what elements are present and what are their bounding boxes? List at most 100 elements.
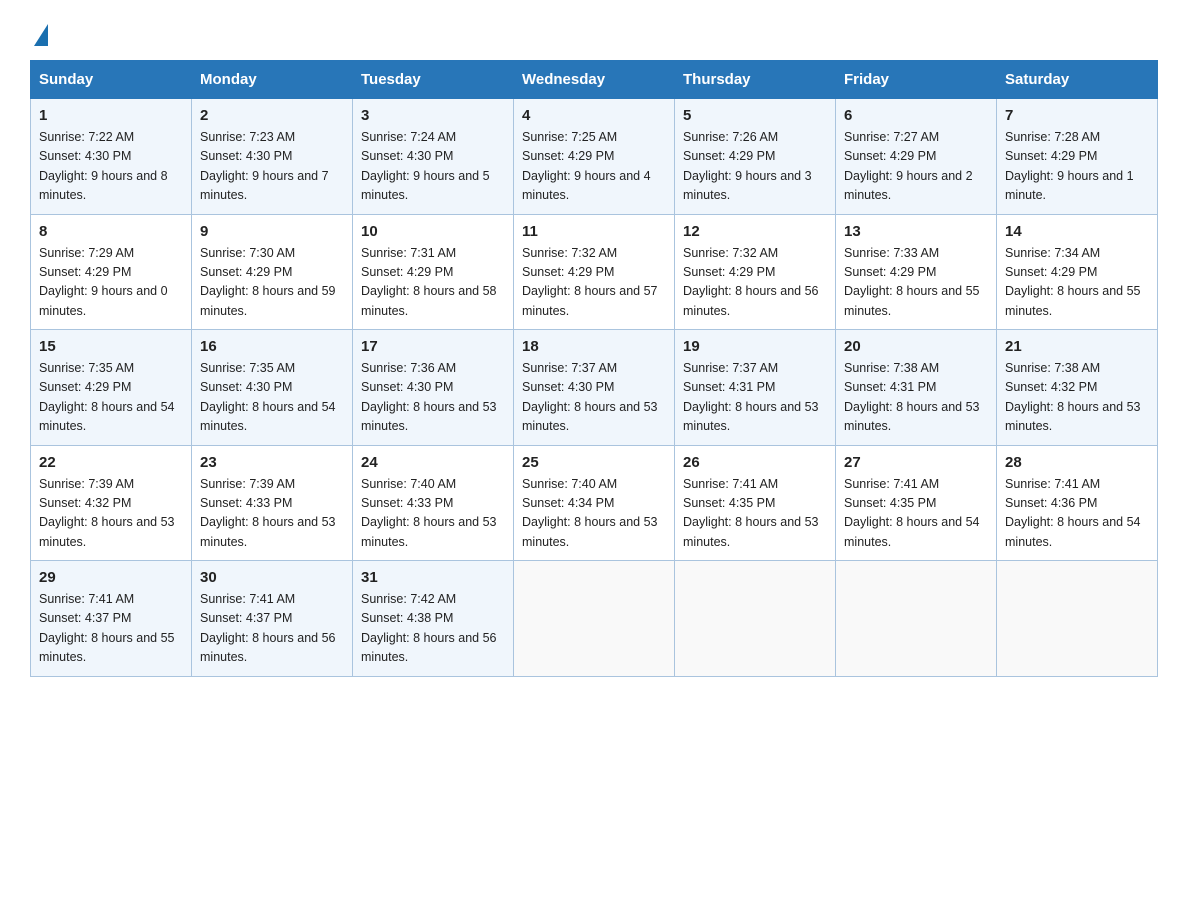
day-number: 21 — [1005, 338, 1149, 355]
calendar-day-cell: 9 Sunrise: 7:30 AMSunset: 4:29 PMDaylight… — [192, 214, 353, 330]
calendar-day-cell: 24Sunrise: 7:40 AMSunset: 4:33 PMDayligh… — [353, 445, 514, 561]
calendar-day-cell: 11 Sunrise: 7:32 AMSunset: 4:29 PMDayligh… — [514, 214, 675, 330]
calendar-day-cell: 29 Sunrise: 7:41 AMSunset: 4:37 PMDayligh… — [31, 561, 192, 677]
day-info: Sunrise: 7:40 AMSunset: 4:34 PMDaylight:… — [522, 475, 666, 553]
calendar-day-cell: 28Sunrise: 7:41 AMSunset: 4:36 PMDayligh… — [997, 445, 1158, 561]
day-info: Sunrise: 7:33 AMSunset: 4:29 PMDaylight:… — [844, 244, 988, 322]
day-info: Sunrise: 7:32 AMSunset: 4:29 PMDaylight:… — [522, 244, 666, 322]
day-number: 30 — [200, 569, 344, 586]
day-info: Sunrise: 7:39 AMSunset: 4:32 PMDaylight:… — [39, 475, 183, 553]
weekday-header-cell: Thursday — [675, 61, 836, 99]
day-info: Sunrise: 7:41 AMSunset: 4:37 PMDaylight:… — [39, 590, 183, 668]
day-number: 8 — [39, 223, 183, 240]
weekday-header-cell: Sunday — [31, 61, 192, 99]
day-info: Sunrise: 7:42 AMSunset: 4:38 PMDaylight:… — [361, 590, 505, 668]
calendar-day-cell: 25 Sunrise: 7:40 AMSunset: 4:34 PMDayligh… — [514, 445, 675, 561]
day-number: 10 — [361, 223, 505, 240]
calendar-day-cell: 3 Sunrise: 7:24 AMSunset: 4:30 PMDaylight… — [353, 99, 514, 215]
day-number: 19 — [683, 338, 827, 355]
calendar-day-cell: 5 Sunrise: 7:26 AMSunset: 4:29 PMDaylight… — [675, 99, 836, 215]
logo-triangle-icon — [34, 24, 48, 46]
day-number: 12 — [683, 223, 827, 240]
day-info: Sunrise: 7:37 AMSunset: 4:30 PMDaylight:… — [522, 359, 666, 437]
day-info: Sunrise: 7:41 AMSunset: 4:36 PMDaylight:… — [1005, 475, 1149, 553]
day-info: Sunrise: 7:31 AMSunset: 4:29 PMDaylight:… — [361, 244, 505, 322]
day-info: Sunrise: 7:41 AMSunset: 4:37 PMDaylight:… — [200, 590, 344, 668]
calendar-week-row: 8 Sunrise: 7:29 AMSunset: 4:29 PMDaylight… — [31, 214, 1158, 330]
calendar-day-cell — [514, 561, 675, 677]
calendar-week-row: 29 Sunrise: 7:41 AMSunset: 4:37 PMDayligh… — [31, 561, 1158, 677]
day-info: Sunrise: 7:38 AMSunset: 4:32 PMDaylight:… — [1005, 359, 1149, 437]
calendar-day-cell: 6 Sunrise: 7:27 AMSunset: 4:29 PMDaylight… — [836, 99, 997, 215]
day-number: 25 — [522, 454, 666, 471]
calendar-body: 1 Sunrise: 7:22 AMSunset: 4:30 PMDaylight… — [31, 99, 1158, 677]
day-info: Sunrise: 7:37 AMSunset: 4:31 PMDaylight:… — [683, 359, 827, 437]
day-number: 27 — [844, 454, 988, 471]
day-number: 20 — [844, 338, 988, 355]
calendar-day-cell: 12 Sunrise: 7:32 AMSunset: 4:29 PMDayligh… — [675, 214, 836, 330]
day-number: 4 — [522, 107, 666, 124]
calendar-day-cell: 16 Sunrise: 7:35 AMSunset: 4:30 PMDayligh… — [192, 330, 353, 446]
calendar-day-cell: 31 Sunrise: 7:42 AMSunset: 4:38 PMDayligh… — [353, 561, 514, 677]
day-info: Sunrise: 7:22 AMSunset: 4:30 PMDaylight:… — [39, 128, 183, 206]
logo — [30, 20, 48, 44]
calendar-day-cell: 10 Sunrise: 7:31 AMSunset: 4:29 PMDayligh… — [353, 214, 514, 330]
day-info: Sunrise: 7:23 AMSunset: 4:30 PMDaylight:… — [200, 128, 344, 206]
day-number: 6 — [844, 107, 988, 124]
day-number: 16 — [200, 338, 344, 355]
day-number: 14 — [1005, 223, 1149, 240]
day-number: 23 — [200, 454, 344, 471]
calendar-day-cell: 2 Sunrise: 7:23 AMSunset: 4:30 PMDaylight… — [192, 99, 353, 215]
calendar-day-cell: 7Sunrise: 7:28 AMSunset: 4:29 PMDaylight… — [997, 99, 1158, 215]
day-info: Sunrise: 7:24 AMSunset: 4:30 PMDaylight:… — [361, 128, 505, 206]
weekday-header-cell: Tuesday — [353, 61, 514, 99]
day-number: 1 — [39, 107, 183, 124]
calendar-day-cell: 1 Sunrise: 7:22 AMSunset: 4:30 PMDaylight… — [31, 99, 192, 215]
day-info: Sunrise: 7:32 AMSunset: 4:29 PMDaylight:… — [683, 244, 827, 322]
day-number: 9 — [200, 223, 344, 240]
day-number: 29 — [39, 569, 183, 586]
day-number: 2 — [200, 107, 344, 124]
day-number: 7 — [1005, 107, 1149, 124]
day-info: Sunrise: 7:30 AMSunset: 4:29 PMDaylight:… — [200, 244, 344, 322]
calendar-day-cell — [836, 561, 997, 677]
day-info: Sunrise: 7:35 AMSunset: 4:29 PMDaylight:… — [39, 359, 183, 437]
weekday-header-cell: Wednesday — [514, 61, 675, 99]
day-info: Sunrise: 7:41 AMSunset: 4:35 PMDaylight:… — [683, 475, 827, 553]
day-info: Sunrise: 7:29 AMSunset: 4:29 PMDaylight:… — [39, 244, 183, 322]
weekday-header-cell: Monday — [192, 61, 353, 99]
day-number: 31 — [361, 569, 505, 586]
day-number: 3 — [361, 107, 505, 124]
calendar-day-cell: 18 Sunrise: 7:37 AMSunset: 4:30 PMDayligh… — [514, 330, 675, 446]
calendar-table: SundayMondayTuesdayWednesdayThursdayFrid… — [30, 60, 1158, 677]
calendar-day-cell: 14Sunrise: 7:34 AMSunset: 4:29 PMDayligh… — [997, 214, 1158, 330]
day-number: 22 — [39, 454, 183, 471]
calendar-day-cell: 8 Sunrise: 7:29 AMSunset: 4:29 PMDaylight… — [31, 214, 192, 330]
calendar-week-row: 15 Sunrise: 7:35 AMSunset: 4:29 PMDayligh… — [31, 330, 1158, 446]
weekday-header-cell: Saturday — [997, 61, 1158, 99]
page-header — [30, 20, 1158, 44]
day-number: 18 — [522, 338, 666, 355]
day-info: Sunrise: 7:41 AMSunset: 4:35 PMDaylight:… — [844, 475, 988, 553]
calendar-day-cell: 4Sunrise: 7:25 AMSunset: 4:29 PMDaylight… — [514, 99, 675, 215]
calendar-week-row: 22 Sunrise: 7:39 AMSunset: 4:32 PMDayligh… — [31, 445, 1158, 561]
day-info: Sunrise: 7:39 AMSunset: 4:33 PMDaylight:… — [200, 475, 344, 553]
calendar-day-cell — [997, 561, 1158, 677]
calendar-day-cell — [675, 561, 836, 677]
calendar-day-cell: 13 Sunrise: 7:33 AMSunset: 4:29 PMDayligh… — [836, 214, 997, 330]
calendar-day-cell: 21 Sunrise: 7:38 AMSunset: 4:32 PMDayligh… — [997, 330, 1158, 446]
day-info: Sunrise: 7:27 AMSunset: 4:29 PMDaylight:… — [844, 128, 988, 206]
day-info: Sunrise: 7:35 AMSunset: 4:30 PMDaylight:… — [200, 359, 344, 437]
day-info: Sunrise: 7:26 AMSunset: 4:29 PMDaylight:… — [683, 128, 827, 206]
day-number: 17 — [361, 338, 505, 355]
weekday-header-row: SundayMondayTuesdayWednesdayThursdayFrid… — [31, 61, 1158, 99]
day-number: 11 — [522, 223, 666, 240]
day-number: 24 — [361, 454, 505, 471]
day-number: 26 — [683, 454, 827, 471]
day-number: 5 — [683, 107, 827, 124]
calendar-day-cell: 23 Sunrise: 7:39 AMSunset: 4:33 PMDayligh… — [192, 445, 353, 561]
day-number: 13 — [844, 223, 988, 240]
day-number: 15 — [39, 338, 183, 355]
calendar-day-cell: 22 Sunrise: 7:39 AMSunset: 4:32 PMDayligh… — [31, 445, 192, 561]
calendar-day-cell: 27 Sunrise: 7:41 AMSunset: 4:35 PMDayligh… — [836, 445, 997, 561]
